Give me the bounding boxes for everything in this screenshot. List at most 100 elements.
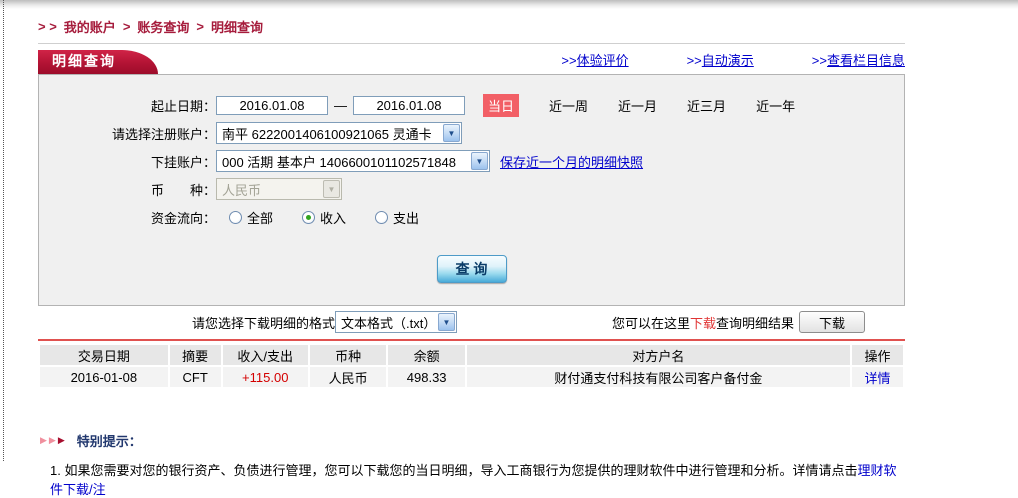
date-separator: — <box>334 98 347 113</box>
radio-unchecked-icon[interactable] <box>375 211 388 224</box>
triangle-arrow-icon: ▶ <box>58 436 65 445</box>
notes-header: ▶ ▶ ▶ 特别提示： <box>38 431 905 450</box>
sub-account-value: 000 活期 基本户 1406600101102571848 <box>217 152 470 171</box>
register-account-label: 请选择注册账户： <box>39 124 216 143</box>
register-account-row: 请选择注册账户： 南平 6222001406100921065 灵通卡 ▼ <box>39 119 904 147</box>
download-hint-group: 您可以在这里下载查询明细结果 下载 <box>612 311 865 333</box>
col-header-action: 操作 <box>852 345 903 365</box>
table-header-row: 交易日期 摘要 收入/支出 币种 余额 对方户名 操作 <box>40 345 903 365</box>
link-auto-demo[interactable]: >>自动演示 <box>687 50 754 69</box>
flow-option-income-label: 收入 <box>320 208 346 227</box>
table-row: 2016-01-08 CFT +115.00 人民币 498.33 财付通支付科… <box>40 367 903 387</box>
top-gradient-bar <box>0 0 1018 9</box>
flow-option-expense[interactable]: 支出 <box>375 208 419 227</box>
special-notes: ▶ ▶ ▶ 特别提示： 1. 如果您需要对您的银行资产、负债进行管理，您可以下载… <box>38 431 905 498</box>
chevron-down-icon: ▼ <box>471 152 488 170</box>
chevron-down-icon: ▼ <box>323 180 340 198</box>
main-content: > > 我的账户 > 账务查询 > 明细查询 明细查询 >>体验评价 >>自动演… <box>38 17 905 498</box>
download-hint-prefix: 您可以在这里 <box>612 313 690 332</box>
date-from-input[interactable] <box>216 96 328 115</box>
cell-amount: +115.00 <box>223 367 308 387</box>
link-prefix: >> <box>561 53 576 68</box>
download-row: 请您选择下载明细的格式 文本格式（.txt） ▼ 您可以在这里下载查询明细结果 … <box>38 310 905 334</box>
breadcrumb-detail-query: 明细查询 <box>211 17 263 36</box>
download-format-value: 文本格式（.txt） <box>336 313 437 332</box>
date-range-row: 起止日期： — 当日 近一周 近一月 近三月 近一年 <box>39 91 904 119</box>
currency-select-disabled: 人民币 ▼ <box>216 178 342 200</box>
flow-option-all-label: 全部 <box>247 208 273 227</box>
currency-value: 人民币 <box>217 180 322 199</box>
query-button[interactable]: 查 询 <box>437 255 507 283</box>
page-title: 明细查询 <box>52 53 116 69</box>
table-top-rule <box>38 339 905 341</box>
currency-label: 币 种： <box>39 180 216 199</box>
breadcrumb-separator: > <box>196 19 204 34</box>
cell-balance: 498.33 <box>388 367 465 387</box>
triangle-arrow-icon: ▶ <box>40 436 47 445</box>
sub-account-select[interactable]: 000 活期 基本户 1406600101102571848 ▼ <box>216 150 490 172</box>
cell-date: 2016-01-08 <box>40 367 168 387</box>
notes-text: 1. 如果您需要对您的银行资产、负债进行管理，您可以下载您的当日明细，导入工商银… <box>50 463 857 478</box>
link-prefix: >> <box>812 53 827 68</box>
download-format-group: 请您选择下载明细的格式 文本格式（.txt） ▼ <box>192 311 457 333</box>
col-header-currency: 币种 <box>310 345 387 365</box>
quick-range-today-button[interactable]: 当日 <box>483 94 519 117</box>
sub-account-row: 下挂账户： 000 活期 基本户 1406600101102571848 ▼ 保… <box>39 147 904 175</box>
breadcrumb-divider <box>38 43 905 44</box>
triangle-arrow-icon: ▶ <box>49 436 56 445</box>
download-hint-emphasis: 下载 <box>690 313 716 332</box>
cell-currency: 人民币 <box>310 367 387 387</box>
breadcrumb-my-account[interactable]: 我的账户 <box>64 17 116 36</box>
col-header-summary: 摘要 <box>170 345 221 365</box>
link-experience-review[interactable]: >>体验评价 <box>561 50 628 69</box>
flow-option-expense-label: 支出 <box>393 208 419 227</box>
quick-range-week-button[interactable]: 近一周 <box>549 96 588 115</box>
results-table: 交易日期 摘要 收入/支出 币种 余额 对方户名 操作 2016-01-08 C… <box>38 343 905 389</box>
quick-range-year-button[interactable]: 近一年 <box>756 96 795 115</box>
col-header-amount: 收入/支出 <box>223 345 308 365</box>
top-links: >>体验评价 >>自动演示 >>查看栏目信息 <box>561 50 905 74</box>
query-button-row: 查 询 <box>39 255 904 283</box>
register-account-value: 南平 6222001406100921065 灵通卡 <box>217 124 442 143</box>
chevron-down-icon: ▼ <box>443 124 460 142</box>
fund-flow-label: 资金流向： <box>39 208 216 227</box>
register-account-select[interactable]: 南平 6222001406100921065 灵通卡 ▼ <box>216 122 462 144</box>
col-header-counterparty: 对方户名 <box>467 345 850 365</box>
link-label: 自动演示 <box>702 53 754 68</box>
cell-summary: CFT <box>170 367 221 387</box>
flow-option-income[interactable]: 收入 <box>302 208 346 227</box>
date-range-label: 起止日期： <box>39 96 216 115</box>
quick-range-3months-button[interactable]: 近三月 <box>687 96 726 115</box>
tab-row: 明细查询 >>体验评价 >>自动演示 >>查看栏目信息 <box>38 49 905 74</box>
left-dotted-border <box>3 0 4 461</box>
link-label: 查看栏目信息 <box>827 53 905 68</box>
breadcrumb-separator: > <box>123 19 131 34</box>
breadcrumb-account-query[interactable]: 账务查询 <box>137 17 189 36</box>
query-form-panel: 起止日期： — 当日 近一周 近一月 近三月 近一年 请选择注册账户： 南平 6… <box>38 74 905 306</box>
cell-counterparty: 财付通支付科技有限公司客户备付金 <box>467 367 850 387</box>
radio-unchecked-icon[interactable] <box>229 211 242 224</box>
link-prefix: >> <box>687 53 702 68</box>
chevron-down-icon: ▼ <box>438 313 455 331</box>
save-monthly-snapshot-link[interactable]: 保存近一个月的明细快照 <box>500 152 643 171</box>
tab-detail-query: 明细查询 <box>38 50 122 74</box>
breadcrumb-chevrons: > > <box>38 19 57 34</box>
download-button[interactable]: 下载 <box>799 311 865 333</box>
fund-flow-row: 资金流向： 全部 收入 支出 <box>39 203 904 231</box>
quick-range-month-button[interactable]: 近一月 <box>618 96 657 115</box>
notes-title: 特别提示： <box>77 431 142 450</box>
download-hint-suffix: 查询明细结果 <box>716 313 794 332</box>
sub-account-label: 下挂账户： <box>39 152 216 171</box>
link-view-column-info[interactable]: >>查看栏目信息 <box>812 50 905 69</box>
radio-checked-icon[interactable] <box>302 211 315 224</box>
cell-action: 详情 <box>852 367 903 387</box>
download-format-label: 请您选择下载明细的格式 <box>192 313 335 332</box>
flow-option-all[interactable]: 全部 <box>229 208 273 227</box>
date-to-input[interactable] <box>353 96 465 115</box>
detail-link[interactable]: 详情 <box>864 371 890 386</box>
download-format-select[interactable]: 文本格式（.txt） ▼ <box>335 311 457 333</box>
link-label: 体验评价 <box>577 53 629 68</box>
currency-row: 币 种： 人民币 ▼ <box>39 175 904 203</box>
breadcrumb: > > 我的账户 > 账务查询 > 明细查询 <box>38 17 905 36</box>
col-header-date: 交易日期 <box>40 345 168 365</box>
